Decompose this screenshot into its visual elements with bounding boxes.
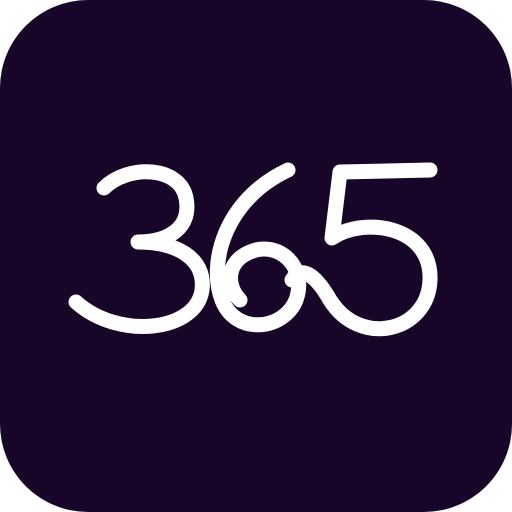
app-icon[interactable] bbox=[0, 0, 512, 512]
logo-365 bbox=[68, 162, 438, 337]
digit-3-glyph bbox=[68, 164, 210, 334]
digit-6-glyph bbox=[209, 162, 307, 333]
digit-5-glyph bbox=[284, 162, 438, 337]
